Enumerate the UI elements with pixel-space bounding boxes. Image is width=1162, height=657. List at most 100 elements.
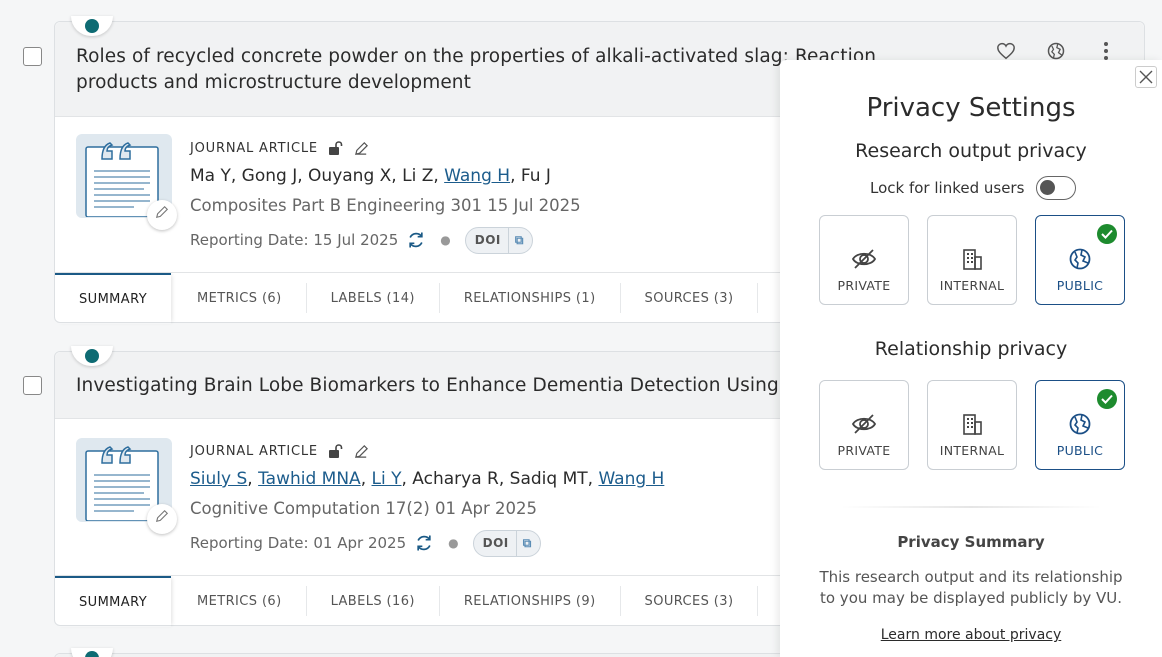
tab-relationships[interactable]: RELATIONSHIPS (1) [440,283,621,313]
option-label: INTERNAL [939,278,1005,293]
learn-more-link[interactable]: Learn more about privacy [780,627,1162,643]
output-type: JOURNAL ARTICLE [190,443,318,459]
tab-sources[interactable]: SOURCES (3) [621,586,759,616]
pin-indicator[interactable] [71,346,113,366]
option-label: PUBLIC [1056,443,1104,458]
doi-badge[interactable]: DOI ⧉ [472,529,541,557]
doi-badge[interactable]: DOI ⧉ [464,226,533,254]
output-thumbnail [76,438,177,534]
copy-icon[interactable]: ⧉ [517,536,540,551]
reporting-label: Reporting Date: [190,231,309,249]
author-link[interactable]: Tawhid MNA [258,469,361,489]
tab-labels[interactable]: LABELS (16) [307,586,440,616]
check-icon [1097,224,1117,244]
more-vertical-icon[interactable] [1095,40,1117,62]
close-icon [1139,70,1153,84]
globe-icon [1068,246,1092,272]
pin-indicator[interactable] [71,16,113,36]
separator-dot: ● [440,233,451,247]
check-icon [1097,389,1117,409]
edit-thumbnail-button[interactable] [147,504,177,534]
research-privacy-heading: Research output privacy [855,140,1087,162]
output-thumbnail [76,134,177,230]
privacy-settings-panel: Privacy Settings Research output privacy… [780,60,1162,657]
research-outputs-page: Roles of recycled concrete powder on the… [0,0,1162,657]
author-link[interactable]: Wang H [444,166,510,186]
globe-icon [1068,411,1092,437]
research-privacy-options: PRIVATE INTERNAL PUBLIC [819,215,1125,305]
option-label: INTERNAL [939,443,1005,458]
copy-icon[interactable]: ⧉ [509,233,532,248]
option-label: PRIVATE [837,278,891,293]
tab-metrics[interactable]: METRICS (6) [173,283,307,313]
doi-label[interactable]: DOI [474,530,517,556]
select-checkbox-output-2[interactable] [23,376,42,395]
pencil-icon[interactable] [354,141,369,156]
pencil-icon [155,509,169,523]
lock-open-icon[interactable] [328,141,344,155]
output-type: JOURNAL ARTICLE [190,140,318,156]
author-list: Siuly S, Tawhid MNA, Li Y, Acharya R, Sa… [190,469,664,493]
tab-relationships[interactable]: RELATIONSHIPS (9) [440,586,621,616]
relationship-privacy-options: PRIVATE INTERNAL PUBLIC [819,380,1125,470]
tab-summary[interactable]: SUMMARY [55,575,172,627]
output-metadata: JOURNAL ARTICLE Siuly S, Tawhid MNA, Li … [190,442,664,557]
heart-icon[interactable] [995,40,1017,62]
reporting-label: Reporting Date: [190,534,309,552]
lock-toggle[interactable] [1036,176,1077,200]
globe-icon[interactable] [1045,40,1067,62]
pencil-icon [155,205,169,219]
tab-summary[interactable]: SUMMARY [55,272,172,324]
reporting-date: 15 Jul 2025 [313,231,399,249]
doi-label[interactable]: DOI [466,227,509,253]
output-title[interactable]: Roles of recycled concrete powder on the… [76,44,876,96]
journal-citation: Composites Part B Engineering 301 15 Jul… [190,196,581,215]
author-text: , Acharya R, Sadiq MT, [401,469,599,489]
option-label: PUBLIC [1056,278,1104,293]
pin-indicator[interactable] [71,648,113,657]
pencil-icon[interactable] [354,444,369,459]
author-separator: , [247,469,259,489]
author-link[interactable]: Li Y [372,469,402,489]
card-actions [995,40,1117,62]
lock-linked-users-row: Lock for linked users [870,176,1077,200]
panel-title: Privacy Settings [866,93,1076,123]
edit-thumbnail-button[interactable] [147,200,177,230]
tab-metrics[interactable]: METRICS (6) [173,586,307,616]
output-title[interactable]: Investigating Brain Lobe Biomarkers to E… [76,373,797,399]
lock-open-icon[interactable] [328,444,344,458]
relationship-option-public[interactable]: PUBLIC [1035,380,1125,470]
relationship-option-internal[interactable]: INTERNAL [927,380,1017,470]
divider [840,506,1102,508]
eye-off-icon [851,411,877,437]
author-link[interactable]: Wang H [598,469,664,489]
author-text: Ma Y, Gong J, Ouyang X, Li Z, [190,166,445,186]
tab-labels[interactable]: LABELS (14) [307,283,440,313]
building-icon [961,411,983,437]
refresh-icon[interactable] [414,533,434,553]
refresh-icon[interactable] [406,230,426,250]
relationship-option-private[interactable]: PRIVATE [819,380,909,470]
research-option-public[interactable]: PUBLIC [1035,215,1125,305]
author-separator: , [360,469,372,489]
reporting-date-row: Reporting Date: 15 Jul 2025 ● DOI ⧉ [190,226,581,254]
quote-document-icon [85,446,159,521]
author-link[interactable]: Siuly S [190,469,247,489]
separator-dot: ● [448,536,459,550]
reporting-date: 01 Apr 2025 [313,534,407,552]
option-label: PRIVATE [837,443,891,458]
reporting-date-row: Reporting Date: 01 Apr 2025 ● DOI ⧉ [190,529,664,557]
research-option-private[interactable]: PRIVATE [819,215,909,305]
building-icon [961,246,983,272]
research-option-internal[interactable]: INTERNAL [927,215,1017,305]
eye-off-icon [851,246,877,272]
close-button[interactable] [1135,66,1157,88]
author-list: Ma Y, Gong J, Ouyang X, Li Z, Wang H, Fu… [190,166,581,190]
quote-document-icon [85,142,159,217]
relationship-privacy-heading: Relationship privacy [874,338,1068,360]
tab-sources[interactable]: SOURCES (3) [621,283,759,313]
lock-label: Lock for linked users [870,179,1025,197]
privacy-summary-title: Privacy Summary [897,533,1045,551]
select-checkbox-output-1[interactable] [23,47,42,66]
author-text: , Fu J [510,166,551,186]
